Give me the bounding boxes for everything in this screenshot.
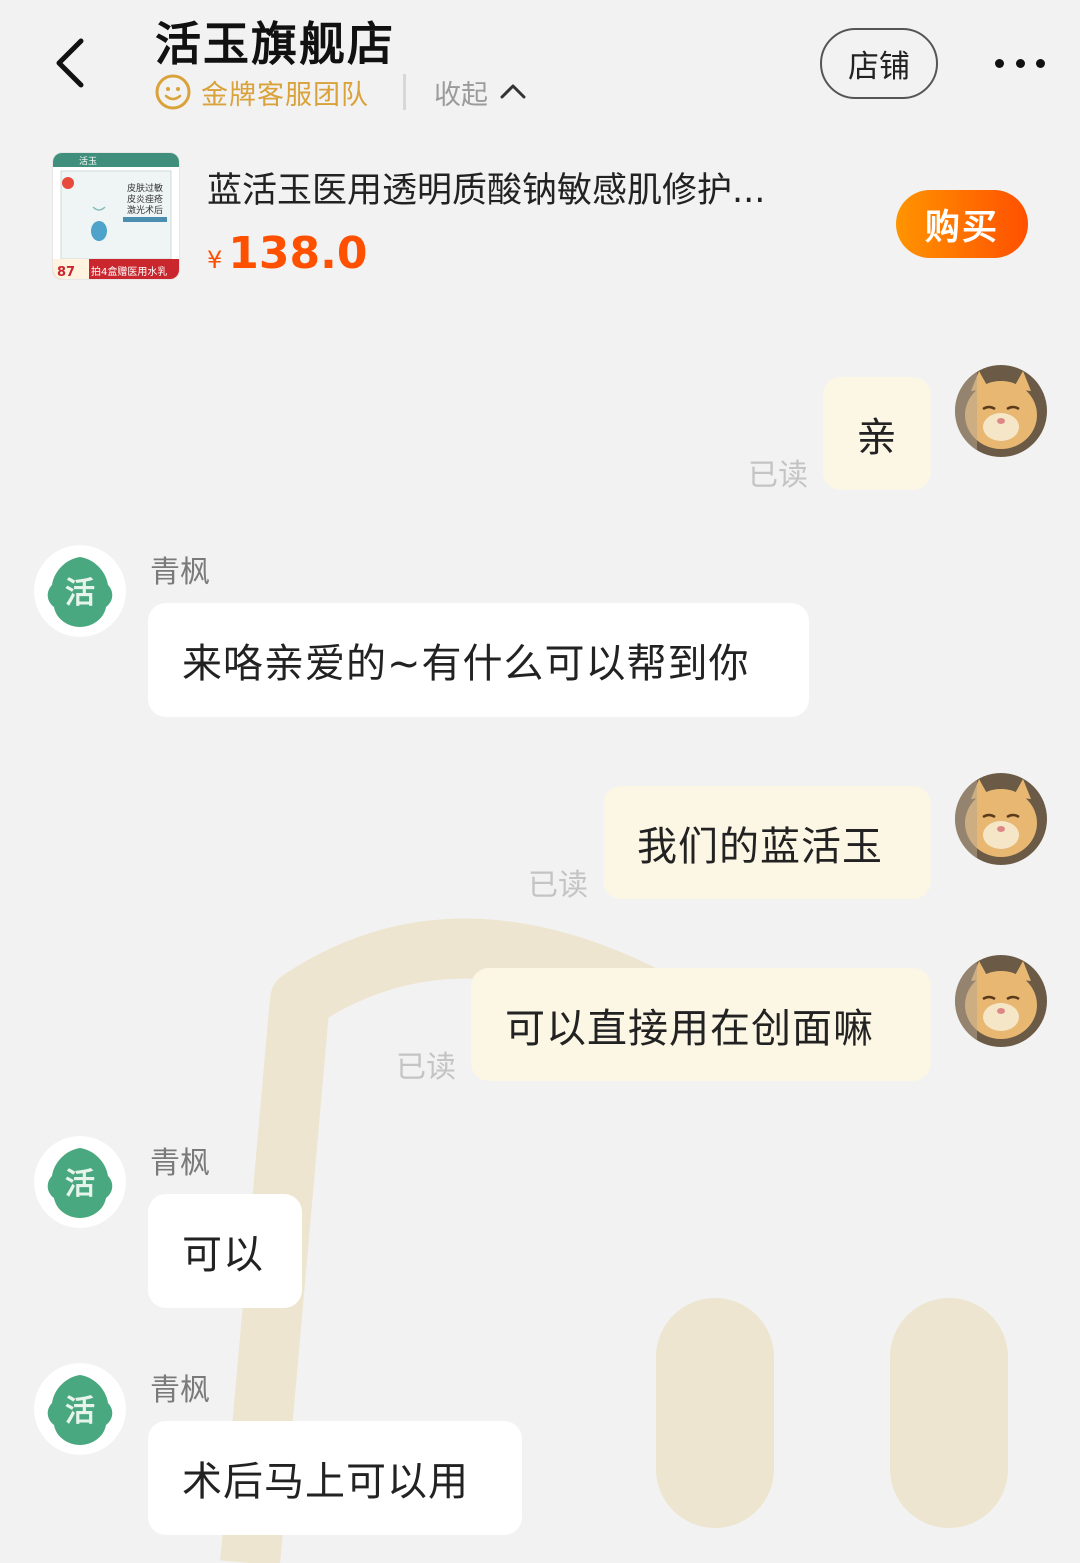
cat-avatar-image	[955, 365, 1047, 457]
message-bubble[interactable]: 术后马上可以用	[148, 1421, 522, 1535]
divider	[403, 74, 406, 110]
more-dot-icon	[1015, 58, 1025, 68]
brand-logo-icon: 活	[34, 1363, 126, 1455]
collapse-label[interactable]: 收起	[434, 73, 488, 112]
message-text: 可以	[182, 1232, 264, 1278]
message-text: 来咯亲爱的~有什么可以帮到你	[182, 641, 750, 687]
cat-avatar-image	[955, 773, 1047, 865]
product-name[interactable]: 蓝活玉医用透明质酸钠敏感肌修护...	[207, 162, 857, 213]
svg-text:皮炎痤疮: 皮炎痤疮	[127, 193, 163, 205]
message-bubble[interactable]: 可以	[148, 1194, 302, 1308]
smiley-badge-icon	[155, 74, 191, 110]
read-status: 已读	[748, 458, 808, 493]
svg-text:激光术后: 激光术后	[127, 204, 163, 216]
chevron-up-icon[interactable]	[498, 77, 528, 107]
svg-text:活: 活	[65, 1167, 95, 1202]
read-status: 已读	[528, 868, 588, 903]
user-avatar[interactable]	[955, 955, 1047, 1047]
store-title: 活玉旗舰店	[155, 17, 395, 71]
agent-avatar[interactable]: 活	[34, 1136, 126, 1228]
product-thumbnail[interactable]: 活玉 皮肤过敏 皮炎痤疮 激光术后 87 拍4盒赠医用水乳	[52, 152, 180, 280]
message-bubble[interactable]: 我们的蓝活玉	[603, 786, 931, 899]
more-options-button[interactable]	[995, 45, 1045, 81]
price-value: 138.0	[228, 228, 368, 279]
user-avatar[interactable]	[955, 365, 1047, 457]
agent-avatar[interactable]: 活	[34, 545, 126, 637]
message-bubble[interactable]: 亲	[823, 377, 931, 490]
product-box-image: 活玉 皮肤过敏 皮炎痤疮 激光术后 87 拍4盒赠医用水乳	[53, 153, 179, 280]
svg-text:活: 活	[65, 576, 95, 611]
svg-text:拍4盒赠医用水乳: 拍4盒赠医用水乳	[91, 265, 167, 278]
product-card[interactable]: 活玉 皮肤过敏 皮炎痤疮 激光术后 87 拍4盒赠医用水乳 蓝活玉医用透明质酸钠…	[0, 140, 1080, 300]
currency-symbol: ¥	[207, 246, 223, 274]
svg-text:87: 87	[57, 265, 75, 280]
buy-button[interactable]: 购买	[896, 190, 1028, 258]
chevron-left-icon	[56, 38, 84, 88]
chat-header: 活玉旗舰店 金牌客服团队 收起 店铺	[0, 0, 1080, 140]
team-info: 金牌客服团队 收起	[155, 70, 528, 114]
svg-text:活: 活	[65, 1394, 95, 1429]
sender-name: 青枫	[150, 1146, 210, 1181]
message-text: 可以直接用在创面嘛	[505, 1005, 874, 1052]
user-avatar[interactable]	[955, 773, 1047, 865]
read-status: 已读	[396, 1050, 456, 1085]
message-text: 我们的蓝活玉	[637, 823, 883, 870]
back-button[interactable]	[40, 28, 100, 98]
message-bubble[interactable]: 可以直接用在创面嘛	[471, 968, 931, 1081]
store-button[interactable]: 店铺	[820, 28, 938, 99]
more-dot-icon	[1036, 58, 1045, 68]
more-dot-icon	[995, 58, 1004, 68]
agent-avatar[interactable]: 活	[34, 1363, 126, 1455]
cat-avatar-image	[955, 955, 1047, 1047]
brand-logo-icon: 活	[34, 545, 126, 637]
svg-text:皮肤过敏: 皮肤过敏	[127, 182, 163, 194]
sender-name: 青枫	[150, 1373, 210, 1408]
chat-messages: 亲 已读 活 青枫 来咯亲爱的~有什么可以帮到你 我们的蓝活玉 已读 可以直接用…	[0, 300, 1080, 1563]
svg-text:活玉: 活玉	[79, 155, 97, 167]
brand-logo-icon: 活	[34, 1136, 126, 1228]
product-price: ¥ 138.0	[207, 228, 367, 279]
message-bubble[interactable]: 来咯亲爱的~有什么可以帮到你	[148, 603, 809, 717]
message-text: 术后马上可以用	[182, 1459, 469, 1505]
team-label: 金牌客服团队	[201, 79, 369, 111]
message-text: 亲	[856, 414, 898, 461]
sender-name: 青枫	[150, 555, 210, 590]
